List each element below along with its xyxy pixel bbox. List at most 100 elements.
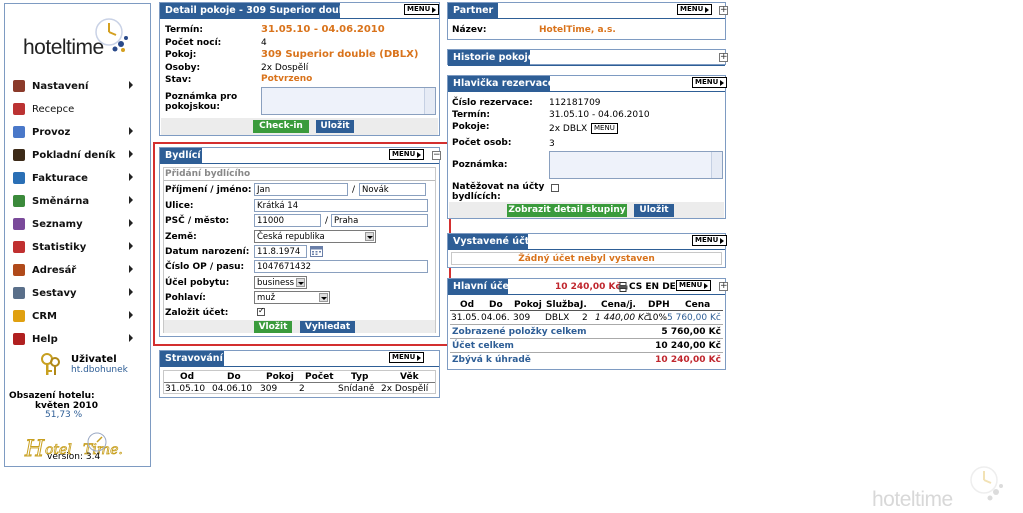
boarding-col-count: Počet [305, 372, 334, 382]
menu-item-invoicing[interactable]: Fakturace [13, 170, 133, 186]
rooms-menu-button[interactable]: MENU [591, 123, 618, 134]
room-detail-panel: Detail pokoje - 309 Superior double MENU… [159, 2, 440, 136]
zip-input[interactable]: 11000 [254, 214, 321, 227]
city-input[interactable]: Praha [331, 214, 428, 227]
id-number-input[interactable]: 1047671432 [254, 260, 428, 273]
reservation-menu-button[interactable]: MENU [692, 77, 728, 88]
exchange-icon [13, 195, 25, 207]
menu-item-settings[interactable]: Nastavení [13, 78, 133, 94]
main-account-title: Hlavní účet [448, 279, 514, 294]
menu-item-label: Help [32, 333, 58, 345]
account-col-units: J. [580, 300, 587, 310]
room-save-button[interactable]: Uložit [316, 120, 354, 133]
street-input[interactable]: Krátká 14 [254, 199, 428, 212]
account-cell: 04.06. [481, 313, 510, 323]
guests-menu-button[interactable]: MENU [389, 149, 425, 160]
dob-input[interactable]: 11.8.1974 [254, 245, 307, 258]
issued-accounts-menu-button[interactable]: MENU [692, 235, 728, 246]
menu-item-reception[interactable]: Recepce [13, 101, 133, 117]
submenu-arrow-icon [129, 242, 133, 250]
menu-item-operation[interactable]: Provoz [13, 124, 133, 140]
menu-item-address-book[interactable]: Adresář [13, 262, 133, 278]
triangle-right-icon [720, 79, 725, 86]
menu-item-label: Provoz [32, 126, 71, 138]
housekeeping-note-textarea[interactable] [261, 87, 436, 115]
boarding-menu-button[interactable]: MENU [389, 352, 425, 363]
nights-label: Počet nocí: [165, 38, 222, 48]
purpose-select[interactable]: business [254, 276, 307, 289]
group-detail-button[interactable]: Zobrazit detail skupiny [507, 204, 627, 217]
issued-accounts-title: Vystavené účty [448, 234, 535, 249]
street-label: Ulice: [165, 201, 194, 211]
charge-guests-checkbox[interactable] [551, 184, 559, 192]
nights-value: 4 [261, 38, 267, 48]
guests-title: Bydlící [160, 148, 202, 163]
create-account-label: Založit účet: [165, 308, 229, 318]
submenu-arrow-icon [129, 127, 133, 135]
zip-city-label: PSČ / město: [165, 216, 230, 226]
gender-select[interactable]: muž [254, 291, 330, 304]
account-col-to: Do [489, 300, 503, 310]
main-account-menu-button[interactable]: MENU [676, 280, 712, 291]
first-name-input[interactable]: Jan [254, 183, 348, 196]
footer-logo-clock-icon [970, 466, 1003, 501]
last-name-input[interactable]: Novák [359, 183, 426, 196]
occupancy-value[interactable]: 51,73 % [45, 410, 82, 420]
menu-item-help[interactable]: Help [13, 331, 133, 347]
menu-item-label: Recepce [32, 103, 75, 115]
expand-icon[interactable]: + [719, 282, 728, 291]
occupancy-label: Obsazení hotelu: [9, 391, 95, 401]
partner-panel: Partner MENU + Název: HotelTime, a.s. [447, 2, 728, 40]
menu-item-lists[interactable]: Seznamy [13, 216, 133, 232]
reservation-save-button[interactable]: Uložit [634, 204, 674, 217]
account-col-price: Cena [685, 300, 711, 310]
account-cell-price-link[interactable]: 5 760,00 Kč [667, 313, 721, 323]
search-button[interactable]: Vyhledat [300, 321, 355, 333]
boarding-col-type: Typ [351, 372, 369, 382]
reservation-header-panel: Hlavička rezervace MENU Číslo rezervace:… [447, 75, 728, 219]
address-book-icon [13, 264, 25, 276]
triangle-right-icon [705, 6, 710, 13]
status-label: Stav: [165, 75, 192, 85]
calendar-icon[interactable] [310, 245, 323, 257]
footer-logo-text: hoteltime [872, 488, 953, 511]
partner-menu-button[interactable]: MENU [677, 4, 713, 15]
expand-icon[interactable]: + [719, 53, 728, 62]
room-history-panel: Historie pokoje + [447, 49, 728, 66]
user-label: Uživatel [71, 354, 117, 365]
submenu-arrow-icon [129, 150, 133, 158]
boarding-panel: Stravování MENU Od Do Pokoj Počet Typ Vě… [159, 350, 440, 398]
create-account-checkbox[interactable] [257, 306, 265, 316]
textarea-scrollbar[interactable] [424, 88, 435, 114]
insert-button[interactable]: Vložit [254, 321, 292, 333]
reservation-note-textarea[interactable] [549, 151, 723, 179]
country-select[interactable]: Česká republika [254, 230, 376, 243]
user-name-link[interactable]: ht.dbohunek [71, 365, 128, 375]
partner-title: Partner [448, 3, 498, 18]
boarding-col-age: Věk [400, 372, 419, 382]
user-keys-icon [41, 353, 60, 375]
boarding-cell: 2 [299, 384, 305, 394]
zip-separator: / [325, 216, 329, 226]
menu-item-statistics[interactable]: Statistiky [13, 239, 133, 255]
expand-icon[interactable]: + [719, 6, 728, 15]
menu-item-reports[interactable]: Sestavy [13, 285, 133, 301]
account-col-unit-price: Cena/j. [601, 300, 636, 310]
triangle-right-icon [417, 151, 422, 158]
checkin-button[interactable]: Check-in [253, 120, 309, 133]
print-icon[interactable] [618, 282, 628, 292]
textarea-scrollbar[interactable] [711, 152, 722, 178]
submenu-arrow-icon [129, 173, 133, 181]
menu-item-cashbook[interactable]: Pokladní deník [13, 147, 133, 163]
room-history-title[interactable]: Historie pokoje [448, 50, 534, 65]
status-value: Potvrzeno [261, 74, 313, 84]
reception-icon [13, 103, 25, 115]
language-links[interactable]: CS EN DE [629, 282, 676, 292]
menu-item-crm[interactable]: CRM [13, 308, 133, 324]
menu-item-label: Fakturace [32, 172, 88, 184]
room-detail-menu-button[interactable]: MENU [404, 4, 440, 15]
issued-accounts-panel: Vystavené účty MENU Žádný účet nebyl vys… [447, 233, 728, 268]
menu-item-label: Nastavení [32, 80, 89, 92]
menu-item-exchange[interactable]: Směnárna [13, 193, 133, 209]
collapse-icon[interactable]: − [432, 151, 441, 160]
